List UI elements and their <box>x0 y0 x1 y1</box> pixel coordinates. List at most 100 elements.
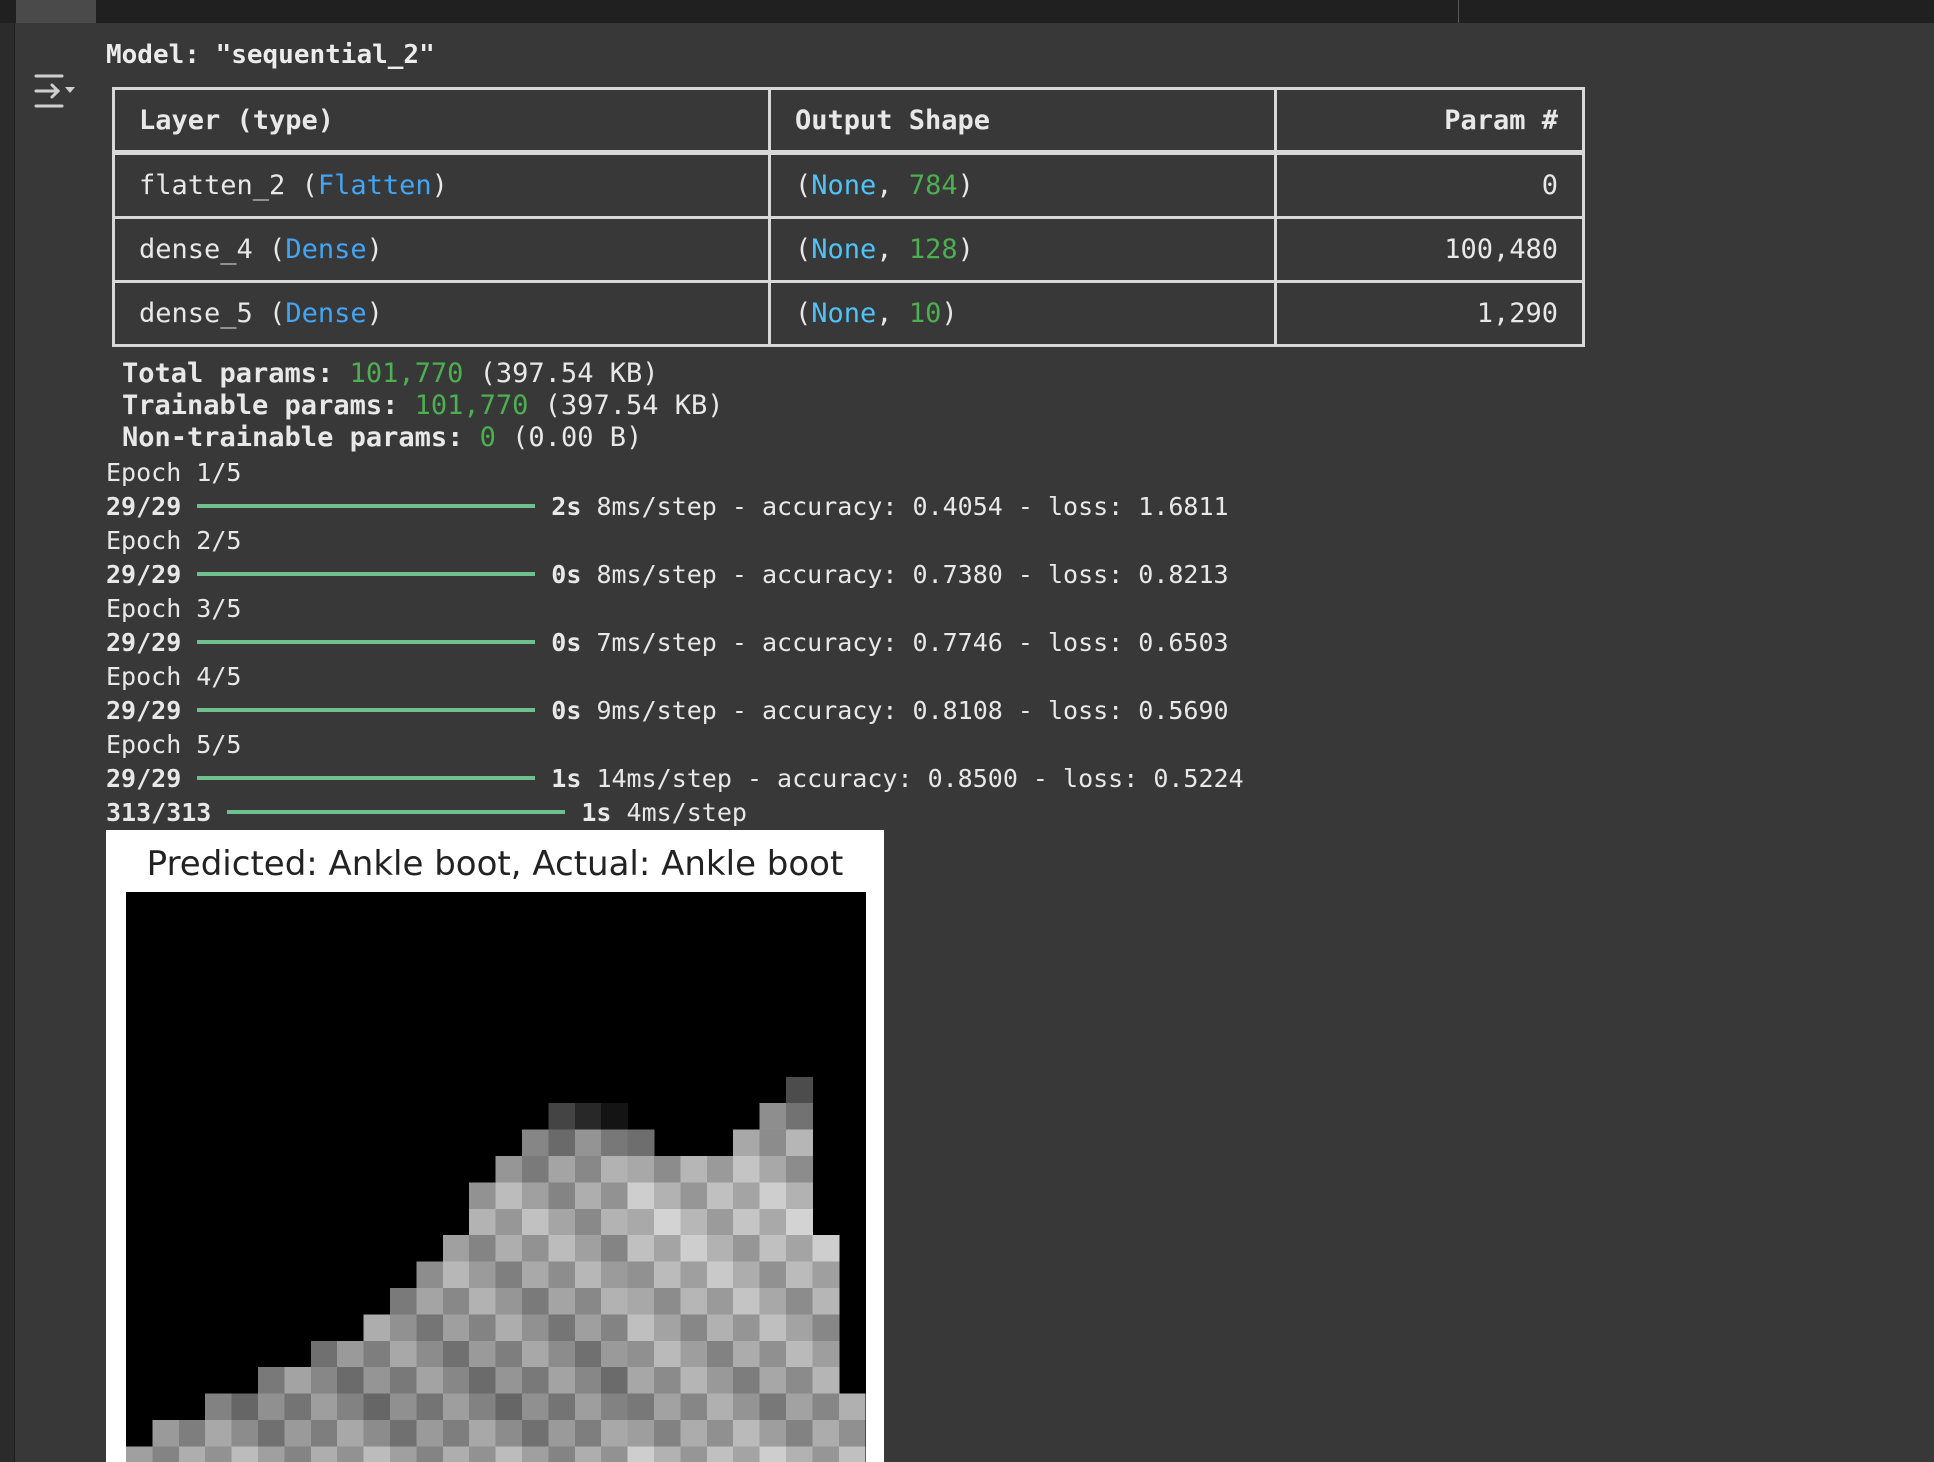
image-pixel <box>258 1420 285 1447</box>
epoch-label: Epoch 3/5 <box>106 594 242 623</box>
image-pixel <box>733 1420 761 1447</box>
image-pixel <box>759 1182 787 1210</box>
image-pixel <box>812 1446 840 1462</box>
image-pixel <box>284 1393 312 1421</box>
image-pixel <box>548 1446 576 1462</box>
image-pixel <box>733 1182 761 1210</box>
image-pixel <box>601 1129 629 1157</box>
image-pixel <box>654 1156 681 1183</box>
image-pixel <box>786 1156 813 1183</box>
image-pixel <box>363 1314 391 1342</box>
top-bar-tab[interactable] <box>16 0 96 23</box>
image-pixel <box>442 1367 470 1395</box>
total-params-label: Total params: <box>122 358 334 389</box>
trainable-params: Trainable params: 101,770 (397.54 KB) <box>122 390 723 421</box>
image-pixel <box>469 1340 497 1368</box>
image-pixel <box>442 1288 470 1315</box>
trainable-params-label: Trainable params: <box>122 390 399 421</box>
image-pixel <box>627 1340 655 1368</box>
image-pixel <box>759 1420 787 1447</box>
image-pixel <box>680 1156 708 1183</box>
epoch-progress-line: 29/29 0s 8ms/step - accuracy: 0.7380 - lo… <box>106 558 1229 592</box>
step-metrics: 9ms/step - accuracy: 0.8108 - loss: 0.56… <box>596 696 1229 725</box>
image-pixel <box>786 1340 813 1368</box>
image-pixel <box>654 1208 681 1236</box>
image-pixel <box>706 1156 734 1183</box>
image-pixel <box>627 1367 655 1395</box>
total-params-size: (397.54 KB) <box>479 358 659 389</box>
left-gutter <box>0 23 14 1462</box>
image-pixel <box>812 1420 840 1447</box>
image-pixel <box>548 1420 576 1447</box>
image-pixel <box>574 1420 602 1447</box>
image-pixel <box>601 1446 629 1462</box>
image-pixel <box>310 1367 338 1395</box>
image-pixel <box>706 1367 734 1395</box>
image-pixel <box>786 1446 813 1462</box>
table-header-row: Layer (type) Output Shape Param # <box>112 87 1585 155</box>
progress-bar <box>197 640 536 644</box>
image-pixel <box>495 1261 523 1289</box>
image-pixel <box>706 1288 734 1315</box>
image-pixel <box>363 1420 391 1447</box>
progress-bar <box>197 572 536 576</box>
image-pixel <box>601 1103 629 1131</box>
image-pixel <box>574 1314 602 1342</box>
image-pixel <box>548 1340 576 1368</box>
elapsed-time: 1s <box>551 764 582 793</box>
elapsed-time: 0s <box>551 696 582 725</box>
image-pixel <box>733 1156 761 1183</box>
image-pixel <box>627 1446 655 1462</box>
image-pixel <box>363 1340 391 1368</box>
image-pixel <box>680 1235 708 1263</box>
image-pixel <box>786 1103 813 1131</box>
image-pixel <box>654 1393 681 1421</box>
image-pixel <box>574 1103 602 1131</box>
image-pixel <box>759 1208 787 1236</box>
image-pixel <box>390 1340 417 1368</box>
image-pixel <box>548 1261 576 1289</box>
image-pixel <box>522 1314 549 1342</box>
image-pixel <box>205 1393 233 1421</box>
image-pixel <box>601 1261 629 1289</box>
image-pixel <box>680 1261 708 1289</box>
image-pixel <box>786 1261 813 1289</box>
image-pixel <box>469 1420 497 1447</box>
image-pixel <box>759 1103 787 1131</box>
image-pixel <box>733 1261 761 1289</box>
image-pixel <box>469 1235 497 1263</box>
image-pixel <box>627 1420 655 1447</box>
image-pixel <box>284 1446 312 1462</box>
image-pixel <box>654 1261 681 1289</box>
image-pixel <box>522 1446 549 1462</box>
image-pixel <box>812 1314 840 1342</box>
image-pixel <box>548 1235 576 1263</box>
step-metrics: 14ms/step - accuracy: 0.8500 - loss: 0.5… <box>596 764 1244 793</box>
epoch-progress-line: 29/29 1s 14ms/step - accuracy: 0.8500 - l… <box>106 762 1244 796</box>
image-pixel <box>442 1420 470 1447</box>
shape-dim: 128 <box>908 233 958 265</box>
image-pixel <box>469 1314 497 1342</box>
image-pixel <box>178 1420 206 1447</box>
image-pixel <box>706 1420 734 1447</box>
image-pixel <box>733 1129 761 1157</box>
image-pixel <box>416 1314 444 1342</box>
image-pixel <box>416 1288 444 1315</box>
image-pixel <box>469 1393 497 1421</box>
image-pixel <box>627 1314 655 1342</box>
image-pixel <box>548 1103 576 1131</box>
image-pixel <box>469 1182 497 1210</box>
image-pixel <box>601 1367 629 1395</box>
image-pixel <box>495 1182 523 1210</box>
image-pixel <box>574 1156 602 1183</box>
epoch-label: Epoch 5/5 <box>106 730 242 759</box>
image-pixel <box>205 1420 233 1447</box>
image-pixel <box>601 1235 629 1263</box>
image-pixel <box>574 1288 602 1315</box>
output-collapse-icon[interactable] <box>32 70 76 114</box>
layer-cell: dense_5 (Dense) <box>112 279 771 348</box>
epoch-label: Epoch 1/5 <box>106 458 242 487</box>
image-pixel <box>812 1340 840 1368</box>
total-params: Total params: 101,770 (397.54 KB) <box>122 358 658 389</box>
top-bar <box>0 0 1934 23</box>
